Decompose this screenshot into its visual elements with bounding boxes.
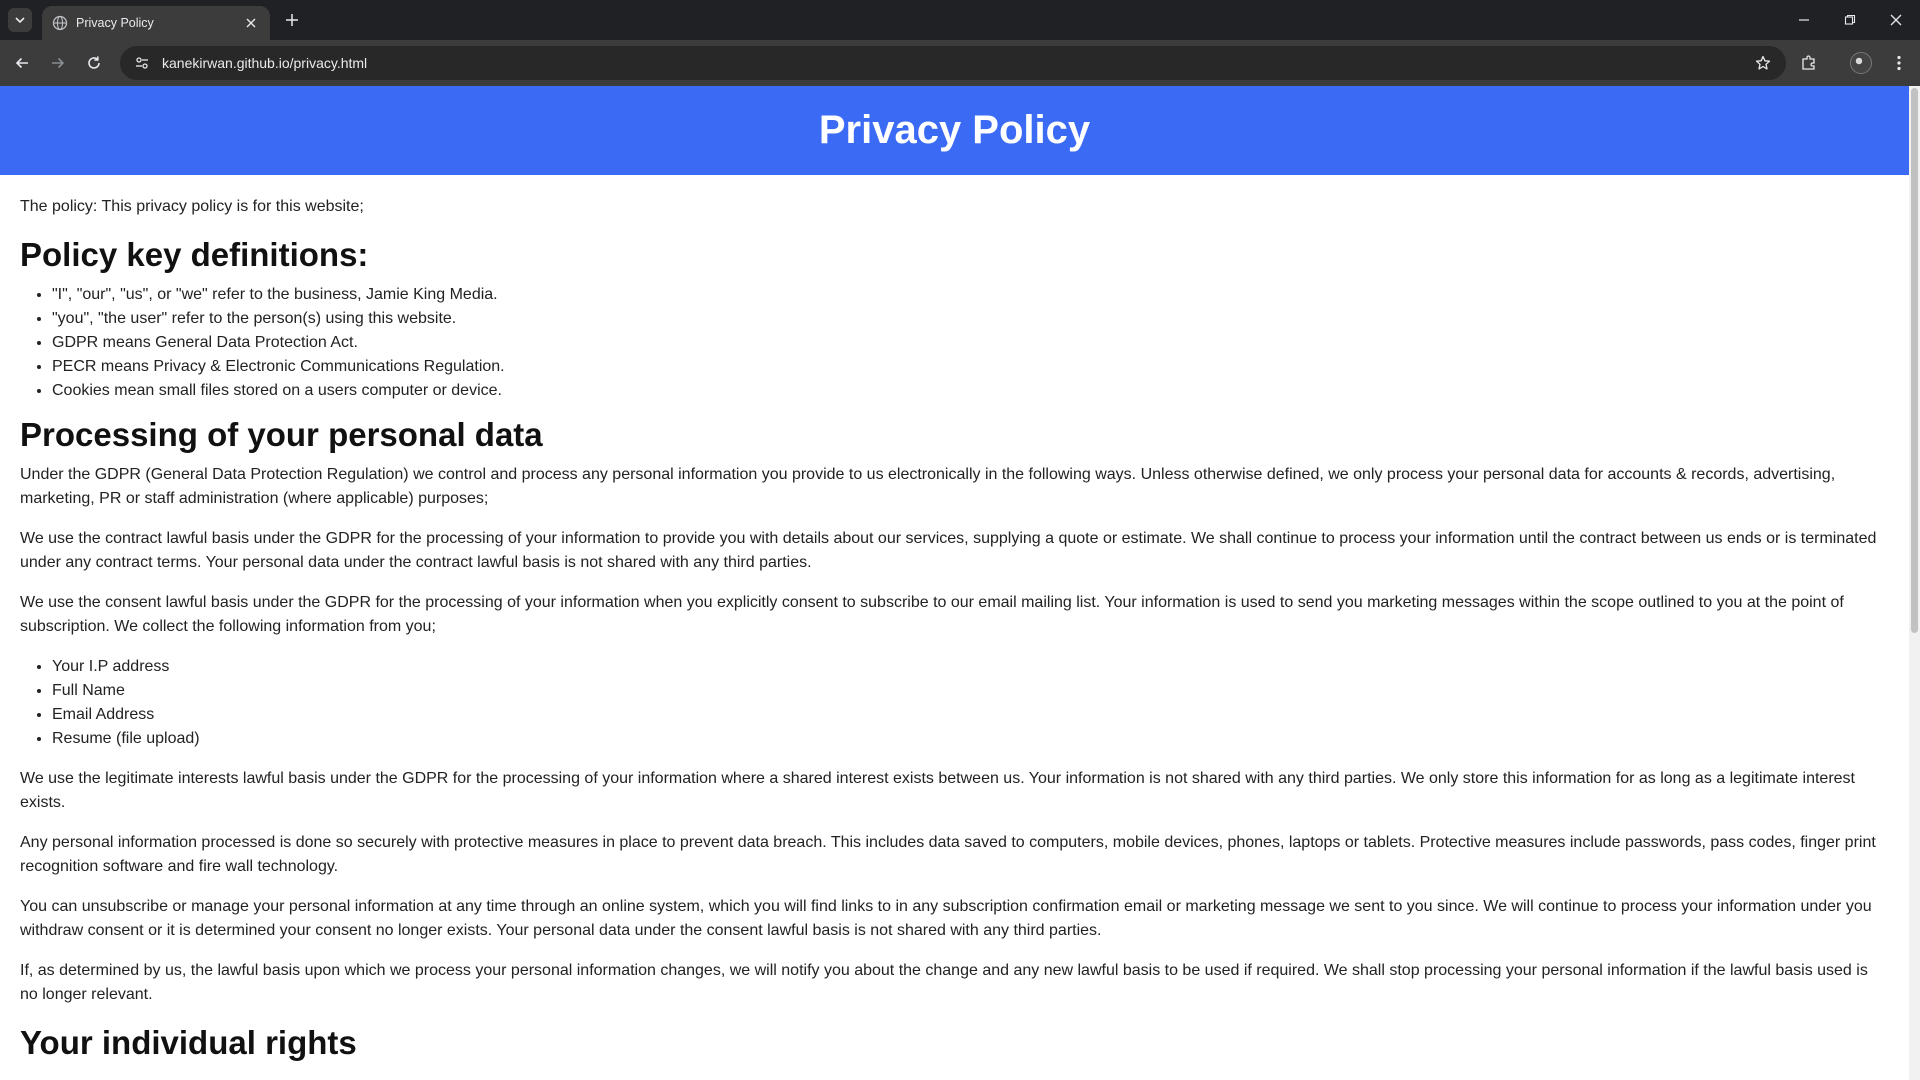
puzzle-icon	[1802, 55, 1815, 70]
bookmark-star-icon[interactable]	[1752, 52, 1774, 74]
list-item: "I", "our", "us", or "we" refer to the b…	[52, 283, 1889, 307]
new-tab-button[interactable]	[282, 10, 302, 30]
tab-title: Privacy Policy	[76, 16, 154, 30]
restore-button[interactable]	[1832, 6, 1868, 34]
legitimate-interests-paragraph: We use the legitimate interests lawful b…	[20, 770, 1855, 811]
page-scrollbar[interactable]	[1909, 86, 1920, 1080]
url-text[interactable]: kanekirwan.github.io/privacy.html	[162, 55, 1752, 71]
list-item: Your I.P address	[52, 655, 1889, 679]
reload-icon	[88, 56, 100, 69]
forward-button[interactable]	[46, 51, 70, 75]
list-item: Cookies mean small files stored on a use…	[52, 379, 1889, 403]
tab-strip: Privacy Policy	[0, 0, 1920, 40]
chevron-down-icon	[15, 17, 25, 24]
contract-basis-paragraph: We use the contract lawful basis under t…	[20, 530, 1877, 571]
processing-paragraph: Under the GDPR (General Data Protection …	[20, 466, 1836, 507]
browser-toolbar: kanekirwan.github.io/privacy.html	[0, 40, 1920, 86]
scrollbar-thumb[interactable]	[1911, 88, 1918, 633]
close-window-button[interactable]	[1878, 6, 1914, 34]
minimize-button[interactable]	[1786, 6, 1822, 34]
processing-heading: Processing of your personal data	[20, 416, 543, 453]
definitions-heading: Policy key definitions:	[20, 236, 369, 273]
collected-info-list: Your I.P address Full Name Email Address…	[52, 655, 1889, 751]
avatar	[1850, 52, 1872, 74]
rights-heading: Your individual rights	[20, 1024, 357, 1061]
list-item: GDPR means General Data Protection Act.	[52, 331, 1889, 355]
address-bar[interactable]: kanekirwan.github.io/privacy.html	[120, 46, 1786, 80]
list-item: PECR means Privacy & Electronic Communic…	[52, 355, 1889, 379]
page-viewport: Privacy Policy The policy: This privacy …	[0, 86, 1909, 1080]
list-item: Full Name	[52, 679, 1889, 703]
tab-privacy-policy[interactable]: Privacy Policy	[42, 6, 270, 40]
arrow-left-icon	[15, 57, 28, 69]
close-icon	[1890, 14, 1902, 26]
minimize-icon	[1799, 19, 1809, 21]
security-paragraph: Any personal information processed is do…	[20, 834, 1876, 875]
menu-button[interactable]	[1887, 51, 1911, 75]
unsubscribe-paragraph: You can unsubscribe or manage your perso…	[20, 898, 1872, 939]
list-item: "you", "the user" refer to the person(s)…	[52, 307, 1889, 331]
reload-button[interactable]	[82, 51, 106, 75]
policy-content: The policy: This privacy policy is for t…	[0, 175, 1909, 1063]
intro-text: The policy: This privacy policy is for t…	[20, 198, 364, 215]
page-header: Privacy Policy	[0, 86, 1909, 175]
more-vertical-icon	[1897, 55, 1901, 71]
definitions-list: "I", "our", "us", or "we" refer to the b…	[52, 283, 1889, 403]
basis-change-paragraph: If, as determined by us, the lawful basi…	[20, 962, 1868, 1003]
tab-search-button[interactable]	[8, 8, 32, 32]
consent-basis-paragraph: We use the consent lawful basis under th…	[20, 594, 1844, 635]
globe-icon	[52, 15, 68, 31]
profile-button[interactable]	[1849, 51, 1873, 75]
close-tab-icon[interactable]	[242, 14, 260, 32]
plus-icon	[286, 14, 298, 26]
arrow-right-icon	[52, 57, 65, 69]
site-info-icon[interactable]	[132, 53, 152, 73]
restore-icon	[1844, 14, 1856, 25]
list-item: Email Address	[52, 703, 1889, 727]
extensions-button[interactable]	[1797, 51, 1821, 75]
list-item: Resume (file upload)	[52, 727, 1889, 751]
back-button[interactable]	[10, 51, 34, 75]
page-title: Privacy Policy	[818, 108, 1091, 152]
